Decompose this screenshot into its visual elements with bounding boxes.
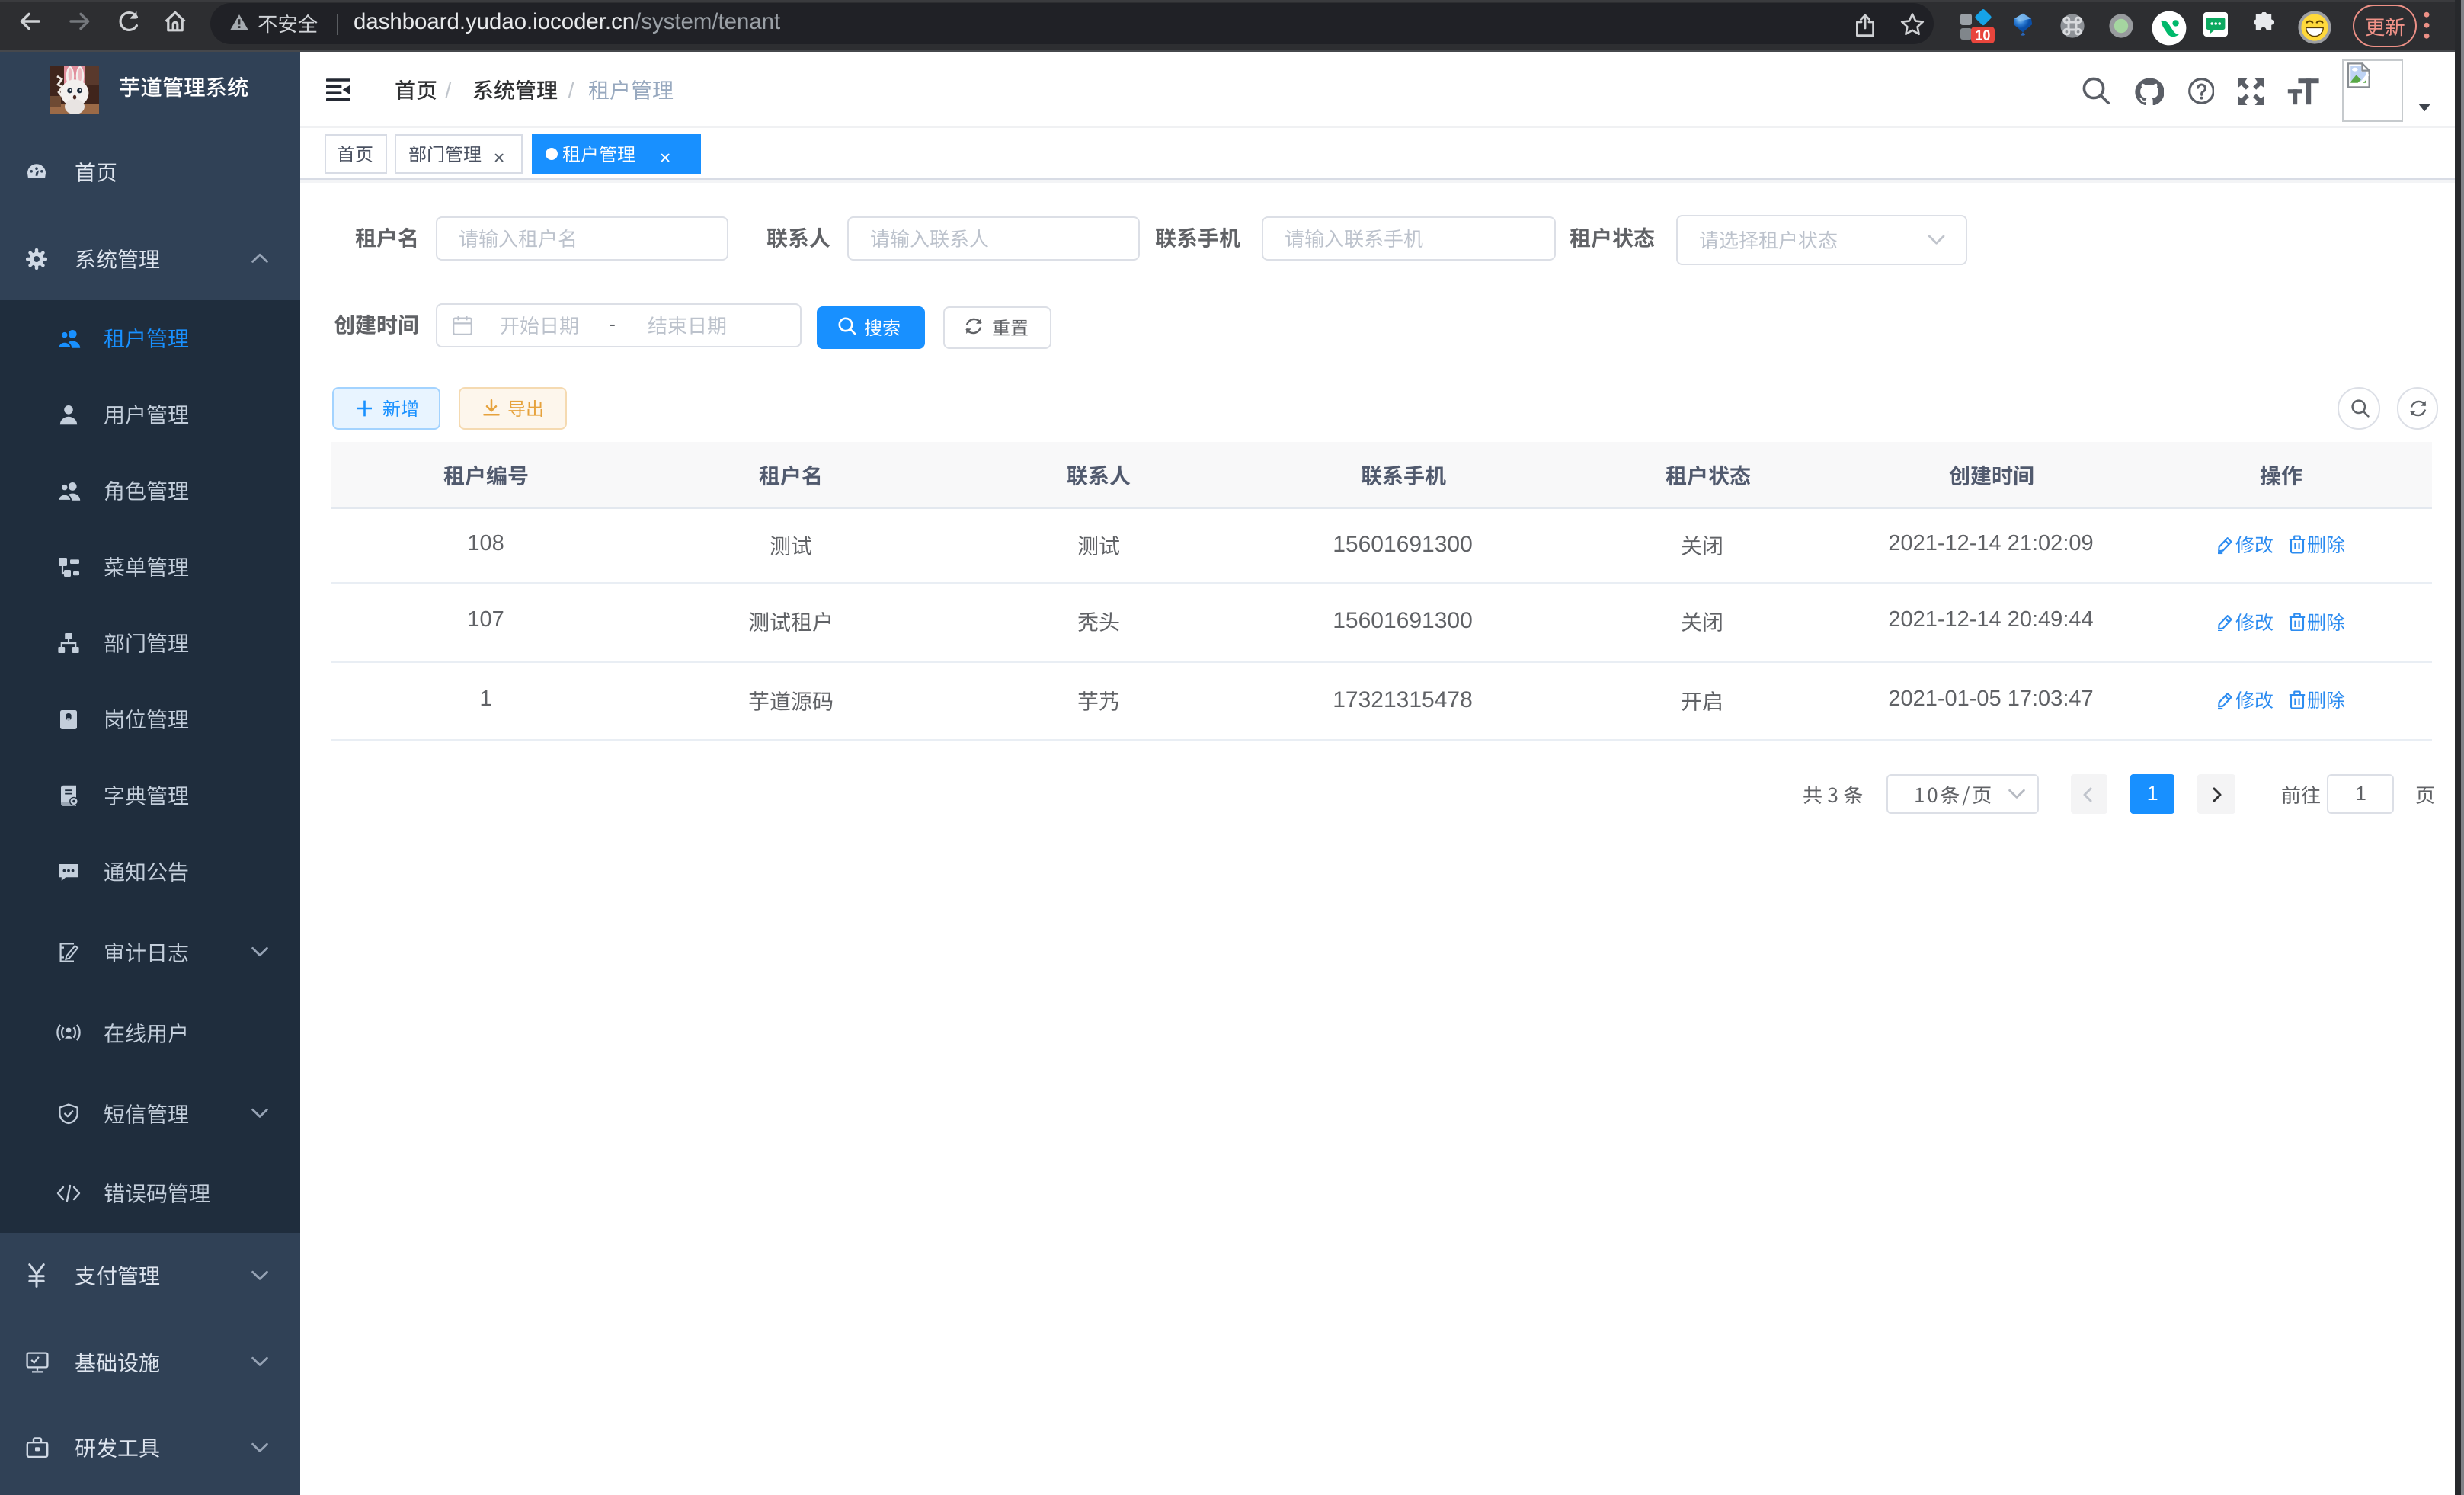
- svg-text:10: 10: [1975, 27, 1990, 43]
